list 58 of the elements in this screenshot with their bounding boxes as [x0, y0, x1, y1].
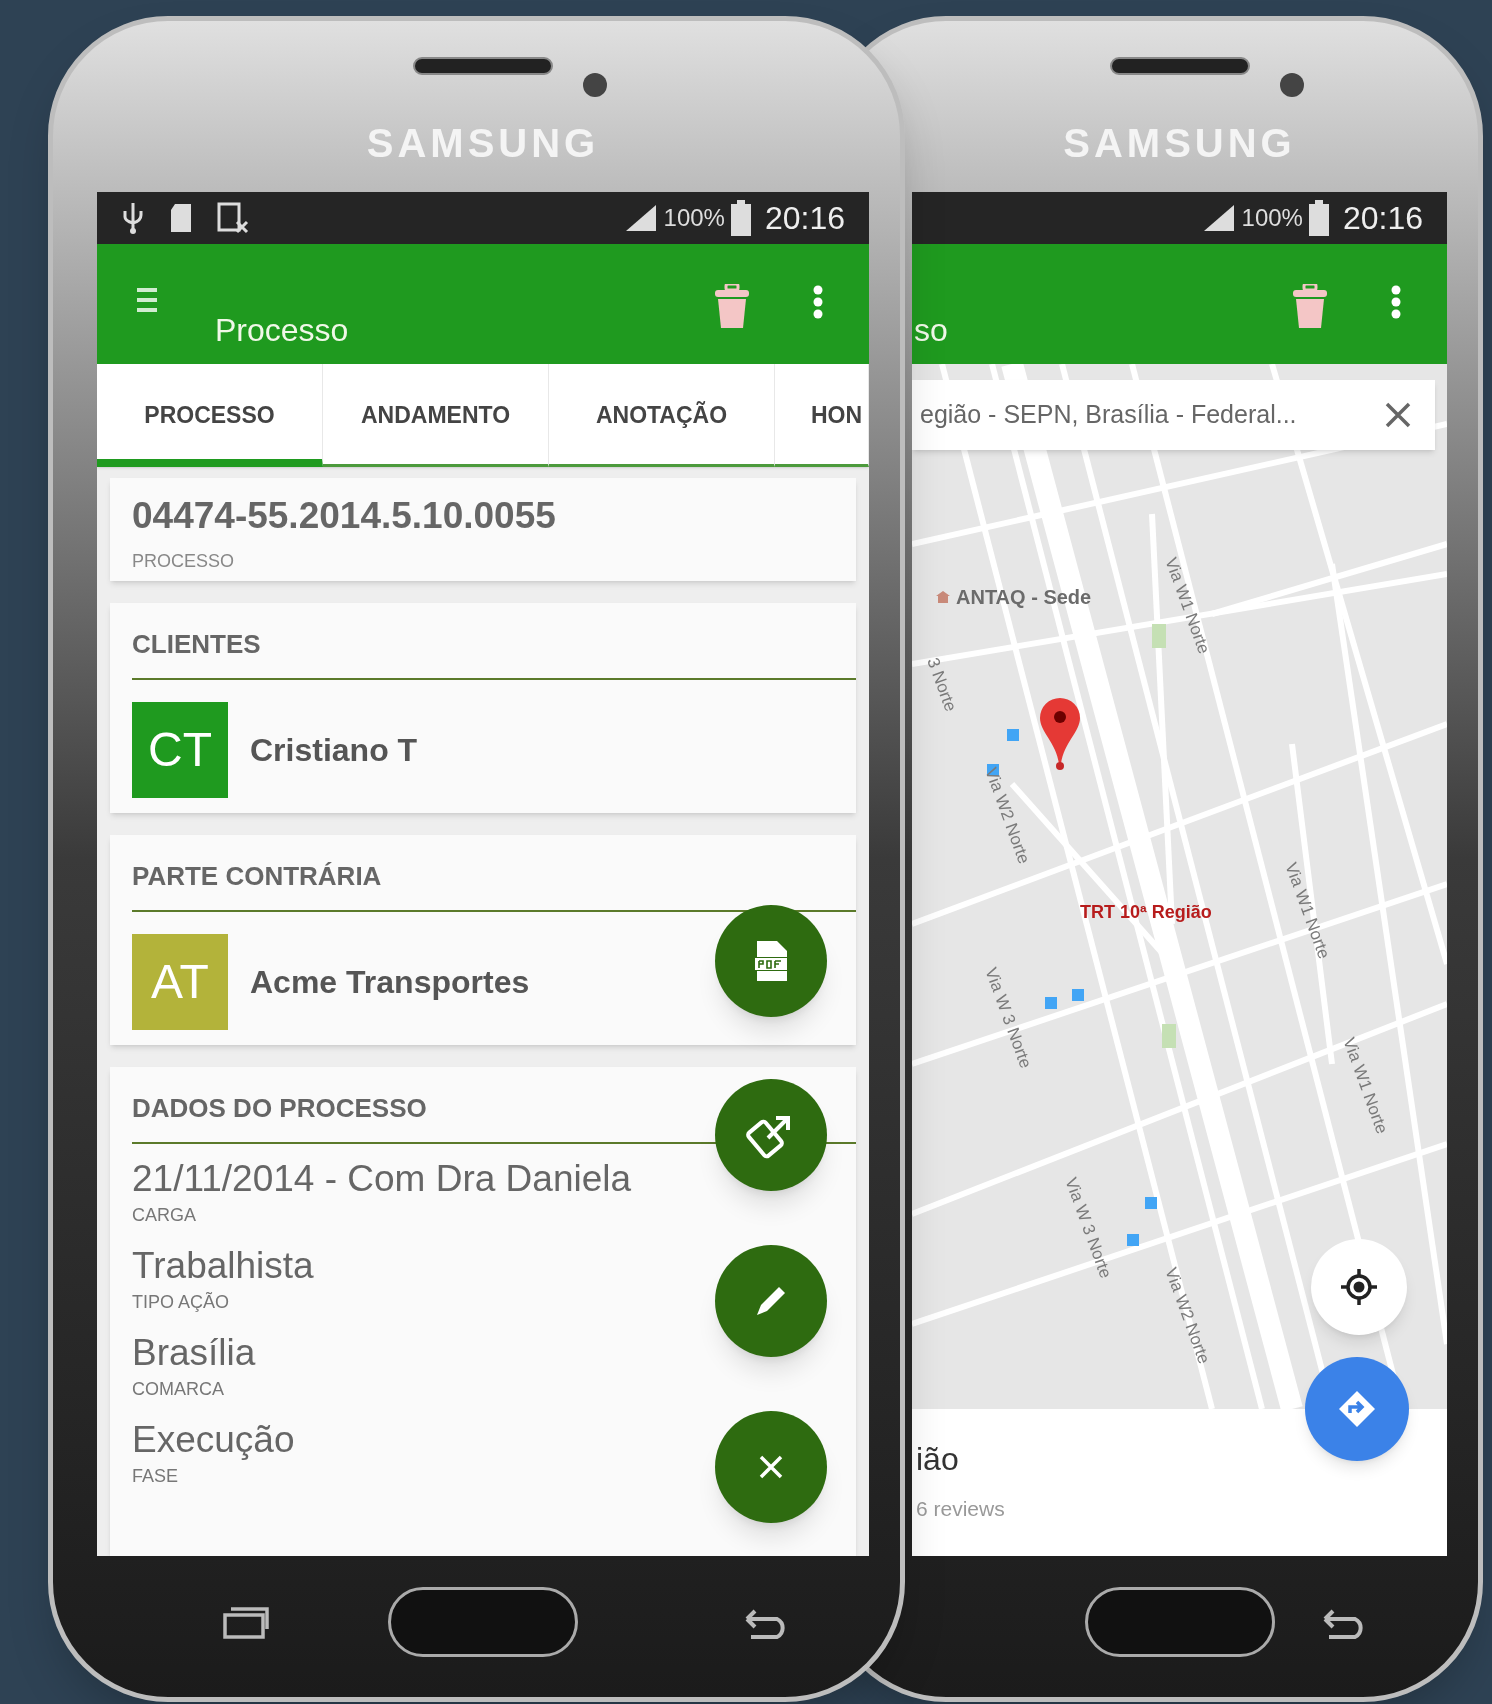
field-value: Execução: [132, 1418, 295, 1462]
battery-percent: 100%: [663, 203, 725, 233]
street-label: Via W 3 Norte: [1060, 1174, 1117, 1282]
street-label: Via W2 Norte: [980, 764, 1035, 868]
close-icon: [758, 1454, 784, 1480]
process-number: 04474-55.2014.5.10.0055: [132, 494, 557, 538]
field-label: TIPO AÇÃO: [132, 1291, 230, 1314]
street-label: Via W 3 Norte: [980, 964, 1037, 1072]
battery-percent: 100%: [1241, 203, 1303, 233]
place-label: ANTAQ - Sede: [956, 585, 1092, 610]
menu-icon: [135, 286, 159, 314]
field-value: Trabalhista: [132, 1244, 314, 1288]
field-value: Brasília: [132, 1331, 256, 1375]
directions-icon: [1337, 1389, 1377, 1429]
sd-card-icon: [169, 202, 193, 234]
battery-icon: [1308, 200, 1329, 236]
trash-icon: [1293, 284, 1327, 330]
street-label: 3 Norte: [922, 654, 962, 716]
tab[interactable]: PROCESSO: [97, 364, 323, 467]
street-label: Via W2 Norte: [1160, 1264, 1215, 1368]
section-title: CLIENTES: [132, 625, 856, 680]
field-label: PROCESSO: [132, 549, 236, 573]
tab[interactable]: ANDAMENTO: [323, 364, 549, 467]
toolbar-title: so: [913, 311, 948, 350]
more-vertical-icon: [813, 285, 823, 319]
camera-lens: [583, 73, 607, 97]
camera-lens: [1279, 73, 1304, 97]
map-pin-icon: [1040, 698, 1080, 770]
recent-apps-icon: [223, 1605, 269, 1639]
field-value: 21/11/2014 - Com Dra Daniela: [132, 1157, 632, 1201]
avatar: AT: [132, 934, 228, 1030]
pdf-file-icon: [753, 941, 789, 981]
street-label: Via W1 Norte: [1280, 859, 1335, 963]
clock-time: 20:16: [1342, 199, 1423, 238]
usb-icon: [121, 201, 145, 235]
toolbar-title: Processo: [214, 311, 349, 350]
field-label: FASE: [132, 1465, 179, 1488]
more-vertical-icon: [1391, 285, 1401, 319]
building-icon: [936, 591, 950, 603]
tab[interactable]: ANOTAÇÃO: [549, 364, 775, 467]
street-label: Via W1 Norte: [1160, 554, 1215, 658]
pin-label: TRT 10ª Região: [1080, 901, 1212, 924]
trash-icon: [715, 284, 749, 330]
battery-icon: [730, 200, 751, 236]
street-label: Via W1 Norte: [1338, 1034, 1393, 1138]
avatar: CT: [132, 702, 228, 798]
reviews-count: 6 reviews: [916, 1496, 1006, 1522]
person-name: Cristiano T: [250, 731, 418, 770]
crosshair-icon: [1339, 1267, 1379, 1307]
person-name: Acme Transportes: [250, 963, 530, 1002]
field-label: COMARCA: [132, 1378, 224, 1401]
place-title: ião: [916, 1440, 960, 1479]
sim-card-icon: [217, 202, 249, 234]
clock-time: 20:16: [764, 199, 845, 238]
close-icon: [1385, 402, 1411, 428]
field-label: CARGA: [132, 1204, 196, 1227]
tab[interactable]: HON: [775, 364, 869, 467]
search-field[interactable]: egião - SEPN, Brasília - Federal...: [912, 380, 1435, 450]
